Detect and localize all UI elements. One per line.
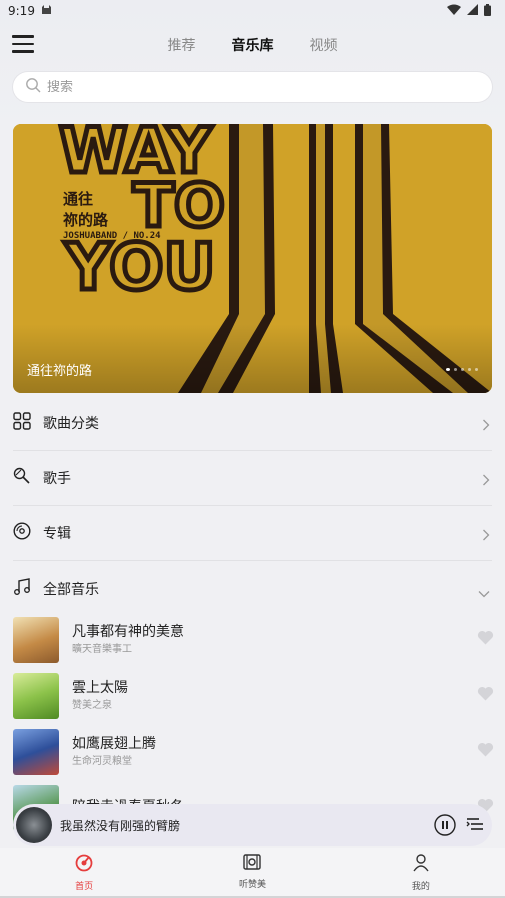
nav-listen-praise[interactable]: 听赞美 [168, 848, 336, 898]
album-cover [13, 617, 59, 663]
search-input[interactable] [47, 79, 447, 95]
song-title: 雲上太陽 [72, 680, 128, 696]
signal-icon [467, 4, 478, 18]
menu-label: 歌手 [43, 471, 71, 487]
list-item[interactable]: 如鹰展翅上腾 生命河灵粮堂 [0, 724, 505, 780]
menu-label: 歌曲分类 [43, 416, 99, 432]
song-artist: 赞美之泉 [72, 700, 112, 711]
search-bar[interactable] [13, 72, 492, 102]
tab-recommend[interactable]: 推荐 [168, 35, 196, 55]
status-time: 9:19 [8, 4, 35, 18]
banner-page-indicator [446, 368, 478, 371]
menu-song-categories[interactable]: 歌曲分类 [13, 396, 492, 451]
chevron-down-icon [478, 583, 490, 602]
banner-carousel[interactable]: WAY TO 通往 祢的路 JOSHUABAND / NO.24 YOU 通往祢… [13, 124, 492, 393]
page-dot [446, 368, 450, 371]
song-title: 如鹰展翅上腾 [72, 736, 156, 752]
tab-video[interactable]: 视频 [310, 35, 338, 55]
category-menu: 歌曲分类 歌手 专辑 全部音乐 [0, 396, 505, 616]
list-item[interactable]: 雲上太陽 赞美之泉 [0, 668, 505, 724]
chevron-right-icon [482, 526, 490, 545]
header: 推荐 音乐库 视频 [0, 28, 505, 62]
mini-player[interactable]: 我虽然没有刚强的臂膀 [13, 804, 492, 846]
menu-label: 全部音乐 [43, 581, 99, 598]
home-disc-icon [75, 854, 93, 876]
nav-profile[interactable]: 我的 [337, 848, 505, 898]
heart-icon[interactable] [477, 686, 494, 705]
battery-icon [484, 3, 491, 19]
page-dot [454, 368, 457, 371]
status-bar: 9:19 [0, 0, 505, 22]
grid-icon [13, 412, 31, 434]
wifi-icon [447, 4, 461, 18]
banner-art-cn-line1: 通往 [63, 190, 93, 208]
song-title: 凡事都有神的美意 [72, 624, 184, 640]
song-list: 凡事都有神的美意 曠天音樂事工 雲上太陽 赞美之泉 如鹰展翅上腾 生命河灵粮堂 … [0, 612, 505, 836]
song-artist: 生命河灵粮堂 [72, 756, 132, 767]
heart-icon[interactable] [477, 742, 494, 761]
banner-caption: 通往祢的路 [27, 364, 93, 379]
microphone-icon [13, 467, 31, 489]
chevron-right-icon [482, 416, 490, 435]
disc-icon [13, 522, 31, 544]
album-cover [13, 729, 59, 775]
heart-icon[interactable] [477, 630, 494, 649]
tab-music-library[interactable]: 音乐库 [232, 35, 274, 55]
menu-albums[interactable]: 专辑 [13, 506, 492, 561]
banner-artwork: WAY TO 通往 祢的路 JOSHUABAND / NO.24 YOU [13, 124, 492, 393]
menu-artists[interactable]: 歌手 [13, 451, 492, 506]
notification-icon [41, 4, 52, 18]
speaker-icon [243, 854, 262, 874]
menu-all-music[interactable]: 全部音乐 [13, 561, 492, 616]
menu-label: 专辑 [43, 526, 71, 542]
playlist-icon[interactable] [466, 815, 484, 837]
banner-art-cn-line2: 祢的路 [63, 211, 109, 229]
nav-home[interactable]: 首页 [0, 848, 168, 898]
player-song-title: 我虽然没有刚强的臂膀 [60, 818, 181, 833]
page-dot [468, 368, 471, 371]
nav-label: 听赞美 [238, 880, 266, 890]
top-tabs: 推荐 音乐库 视频 [0, 35, 505, 55]
album-cover [13, 673, 59, 719]
bottom-navigation: 首页 听赞美 我的 [0, 848, 505, 898]
music-note-icon [13, 577, 31, 600]
list-item[interactable]: 凡事都有神的美意 曠天音樂事工 [0, 612, 505, 668]
user-icon [413, 854, 429, 876]
pause-icon[interactable] [434, 814, 456, 840]
page-dot [461, 368, 464, 371]
search-icon [25, 77, 41, 97]
nav-label: 首页 [75, 882, 94, 892]
chevron-right-icon [482, 471, 490, 490]
page-dot [475, 368, 478, 371]
nav-label: 我的 [411, 882, 430, 892]
song-artist: 曠天音樂事工 [72, 644, 132, 655]
player-album-art [16, 807, 52, 843]
banner-art-you: YOU [64, 231, 215, 305]
